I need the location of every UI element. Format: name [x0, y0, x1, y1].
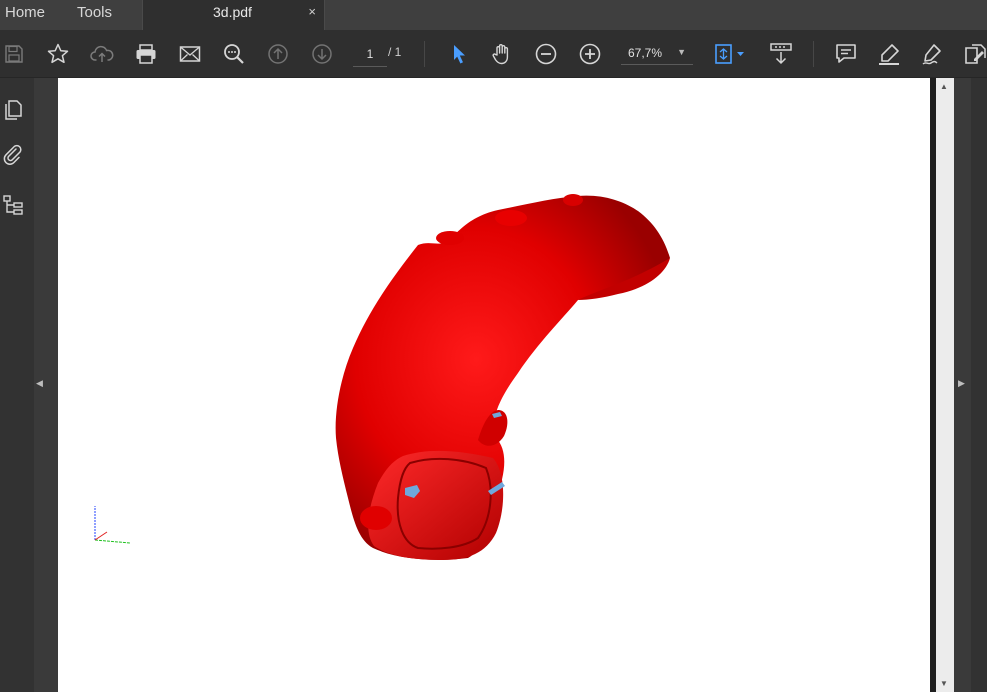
3d-model-bump	[563, 194, 583, 206]
tab-home[interactable]: Home	[5, 0, 45, 30]
fit-page-icon[interactable]	[712, 30, 748, 77]
tab-bar: Home Tools 3d.pdf ×	[0, 0, 987, 31]
vertical-scrollbar[interactable]: ▲ ▼	[936, 78, 954, 692]
page-thumbnails-icon[interactable]	[0, 95, 26, 125]
scrolling-mode-icon[interactable]	[766, 30, 796, 77]
model-tree-icon[interactable]	[0, 190, 26, 220]
save-icon[interactable]	[2, 30, 26, 77]
axis-gizmo	[94, 506, 131, 544]
email-icon[interactable]	[176, 30, 204, 77]
highlight-pen-icon[interactable]	[875, 30, 903, 77]
edit-pdf-icon[interactable]	[962, 30, 987, 77]
page-up-icon[interactable]	[264, 30, 292, 77]
page-number-input[interactable]	[353, 42, 387, 67]
page-total-label: / 1	[388, 45, 402, 59]
3d-model-lobe	[360, 506, 392, 530]
select-arrow-icon[interactable]	[446, 30, 472, 77]
page-down-icon[interactable]	[308, 30, 336, 77]
pdf-page[interactable]	[58, 78, 930, 692]
expand-right-panel-icon[interactable]: ▶	[958, 378, 965, 389]
hand-pan-icon[interactable]	[488, 30, 516, 77]
main-toolbar: / 1 67,7% ▼	[0, 30, 987, 78]
toolbar-divider	[813, 41, 814, 67]
document-tab-title: 3d.pdf	[213, 4, 252, 20]
3d-model-bump	[495, 210, 527, 226]
scroll-up-icon[interactable]: ▲	[940, 82, 948, 91]
tab-document[interactable]: 3d.pdf ×	[142, 0, 325, 31]
collapse-left-panel-icon[interactable]: ◀	[36, 378, 50, 392]
bookmark-star-icon[interactable]	[44, 30, 72, 77]
left-navigation-rail	[0, 78, 34, 692]
comment-icon[interactable]	[832, 30, 860, 77]
print-icon[interactable]	[132, 30, 160, 77]
zoom-level-value: 67,7%	[628, 46, 663, 60]
cloud-upload-icon[interactable]	[88, 30, 116, 77]
sign-icon[interactable]	[918, 30, 946, 77]
3d-model-bump	[436, 231, 464, 245]
chevron-down-icon: ▼	[677, 47, 686, 57]
zoom-level-select[interactable]: 67,7% ▼	[621, 42, 693, 65]
search-zoom-icon[interactable]	[220, 30, 248, 77]
attachments-icon[interactable]	[0, 140, 26, 170]
zoom-in-icon[interactable]	[576, 30, 604, 77]
scroll-down-icon[interactable]: ▼	[940, 679, 948, 688]
toolbar-divider	[424, 41, 425, 67]
close-tab-icon[interactable]: ×	[308, 4, 316, 19]
zoom-out-icon[interactable]	[532, 30, 560, 77]
3d-model-viewport[interactable]	[58, 78, 930, 692]
tab-tools[interactable]: Tools	[77, 0, 112, 30]
right-panel-strip	[971, 78, 987, 692]
